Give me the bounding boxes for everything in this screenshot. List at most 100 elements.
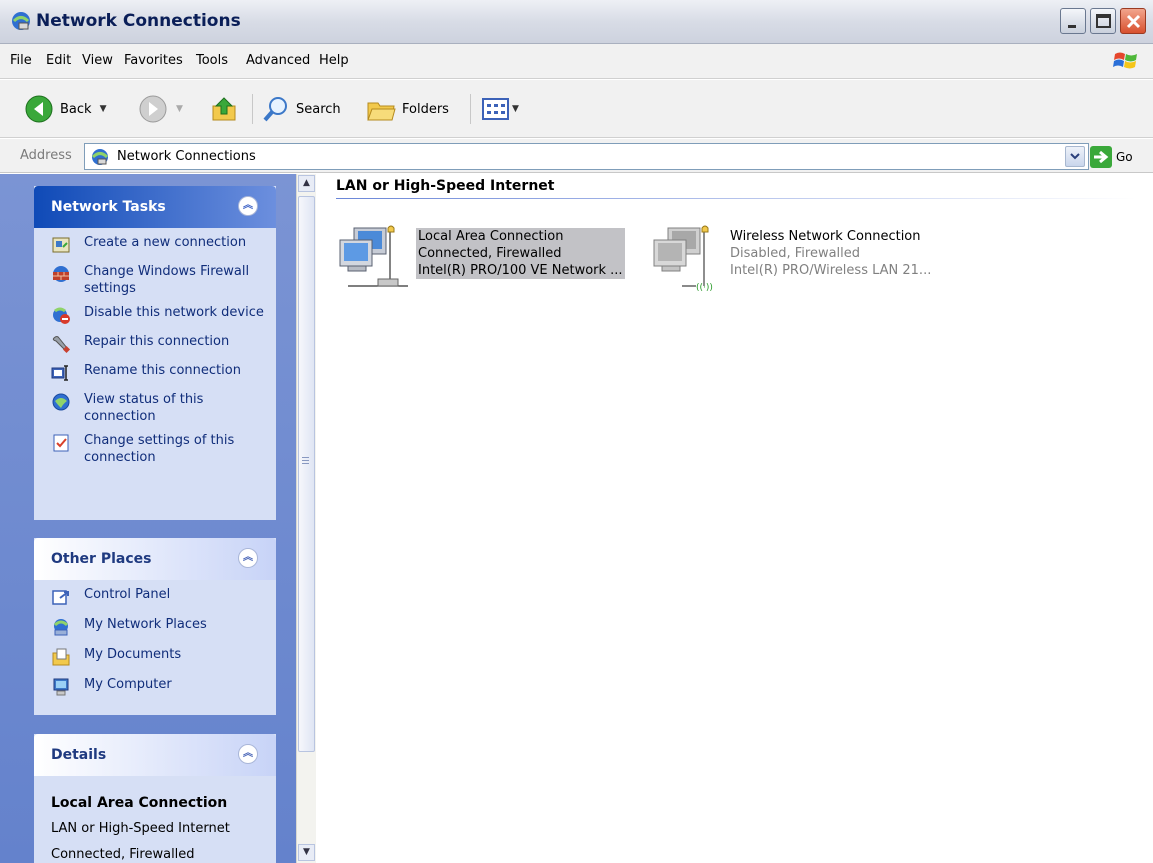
maximize-button[interactable] bbox=[1090, 8, 1116, 34]
task-label: View status of this connection bbox=[84, 392, 204, 424]
scroll-thumb[interactable] bbox=[298, 196, 315, 752]
search-label: Search bbox=[296, 101, 341, 117]
address-label: Address bbox=[20, 148, 72, 163]
address-value: Network Connections bbox=[117, 149, 256, 164]
task-label: Change settings of this connection bbox=[84, 433, 235, 465]
status-icon bbox=[52, 393, 70, 411]
go-button[interactable]: Go bbox=[1116, 150, 1133, 164]
other-places-panel: Other Places ︽ Control Panel My Network … bbox=[34, 538, 276, 715]
place-label: Control Panel bbox=[84, 587, 171, 602]
task-label: Repair this connection bbox=[84, 334, 230, 349]
control-panel-icon bbox=[52, 590, 69, 605]
task-view-status[interactable]: View status of this connection bbox=[34, 391, 276, 425]
network-tasks-panel: Network Tasks ︽ Create a new connection … bbox=[34, 186, 276, 520]
menu-tools[interactable]: Tools bbox=[196, 53, 228, 68]
back-button[interactable]: Back ▼ bbox=[24, 94, 106, 124]
place-my-documents[interactable]: My Documents bbox=[34, 646, 276, 668]
connection-text: Wireless Network Connection Disabled, Fi… bbox=[730, 228, 931, 279]
views-dropdown-icon[interactable]: ▼ bbox=[512, 104, 519, 114]
folders-button[interactable]: Folders bbox=[366, 94, 449, 124]
connection-device: Intel(R) PRO/Wireless LAN 21... bbox=[730, 263, 932, 278]
task-change-settings[interactable]: Change settings of this connection bbox=[34, 432, 276, 466]
details-name: Local Area Connection bbox=[51, 795, 228, 811]
place-my-computer[interactable]: My Computer bbox=[34, 676, 276, 698]
go-arrow-icon[interactable] bbox=[1090, 146, 1112, 168]
group-divider bbox=[336, 198, 1136, 199]
place-control-panel[interactable]: Control Panel bbox=[34, 586, 276, 608]
menu-view[interactable]: View bbox=[82, 53, 113, 68]
place-label: My Documents bbox=[84, 647, 182, 662]
views-button[interactable]: ▼ bbox=[482, 94, 519, 124]
menu-file[interactable]: File bbox=[10, 53, 32, 68]
connection-text: Local Area Connection Connected, Firewal… bbox=[416, 228, 625, 279]
address-input[interactable]: Network Connections bbox=[84, 143, 1089, 170]
scroll-down-button[interactable]: ▼ bbox=[298, 844, 315, 861]
other-places-header[interactable]: Other Places ︽ bbox=[34, 538, 276, 580]
collapse-icon[interactable]: ︽ bbox=[238, 548, 258, 568]
rename-icon bbox=[51, 365, 68, 381]
task-firewall-settings[interactable]: Change Windows Firewall settings bbox=[34, 263, 276, 297]
forward-arrow-icon bbox=[139, 95, 167, 123]
collapse-icon[interactable]: ︽ bbox=[238, 196, 258, 216]
lan-connection-icon bbox=[339, 225, 408, 287]
close-icon bbox=[1126, 14, 1141, 29]
menu-favorites[interactable]: Favorites bbox=[124, 53, 183, 68]
firewall-icon bbox=[53, 266, 69, 282]
task-pane-scrollbar[interactable]: ▲ ▼ bbox=[296, 174, 316, 863]
network-tasks-header[interactable]: Network Tasks ︽ bbox=[34, 186, 276, 228]
details-status: Connected, Firewalled bbox=[51, 847, 195, 862]
details-header[interactable]: Details ︽ bbox=[34, 734, 276, 776]
details-body: Local Area Connection LAN or High-Speed … bbox=[34, 776, 276, 863]
address-dropdown-button[interactable] bbox=[1065, 146, 1085, 167]
chevron-down-icon bbox=[1070, 153, 1080, 160]
window-title: Network Connections bbox=[36, 11, 241, 31]
task-create-connection[interactable]: Create a new connection bbox=[34, 234, 276, 256]
up-folder-button[interactable] bbox=[210, 94, 240, 124]
views-icon bbox=[482, 98, 509, 120]
repair-icon bbox=[52, 336, 71, 354]
maximize-icon bbox=[1096, 14, 1111, 28]
search-icon bbox=[263, 97, 287, 122]
connection-name: Local Area Connection bbox=[418, 229, 564, 244]
collapse-icon[interactable]: ︽ bbox=[238, 744, 258, 764]
close-button[interactable] bbox=[1120, 8, 1146, 34]
minimize-button[interactable] bbox=[1060, 8, 1086, 34]
network-connections-icon bbox=[12, 12, 30, 30]
connection-name: Wireless Network Connection bbox=[730, 229, 921, 244]
search-button[interactable]: Search bbox=[262, 94, 341, 124]
documents-icon bbox=[52, 648, 70, 666]
back-label: Back bbox=[60, 101, 92, 117]
place-my-network-places[interactable]: My Network Places bbox=[34, 616, 276, 638]
forward-button[interactable]: ▼ bbox=[138, 94, 183, 124]
other-places-title: Other Places bbox=[51, 551, 152, 567]
back-dropdown-icon[interactable]: ▼ bbox=[100, 104, 107, 114]
connection-status: Connected, Firewalled bbox=[418, 246, 562, 261]
computer-icon bbox=[53, 678, 69, 696]
task-label: Change Windows Firewall settings bbox=[84, 264, 250, 296]
menu-advanced[interactable]: Advanced bbox=[246, 53, 310, 68]
scroll-up-button[interactable]: ▲ bbox=[298, 175, 315, 192]
toolbar-separator bbox=[252, 94, 253, 124]
task-label: Rename this connection bbox=[84, 363, 241, 378]
menu-help[interactable]: Help bbox=[319, 53, 349, 68]
file-view[interactable]: LAN or High-Speed Internet Local Area Co… bbox=[316, 174, 1153, 863]
network-tasks-title: Network Tasks bbox=[51, 199, 166, 215]
task-rename-connection[interactable]: Rename this connection bbox=[34, 362, 276, 384]
forward-dropdown-icon[interactable]: ▼ bbox=[176, 104, 183, 114]
scroll-grip bbox=[302, 457, 309, 466]
network-connections-icon bbox=[91, 149, 109, 165]
network-tasks-list: Create a new connection Change Windows F… bbox=[34, 228, 276, 481]
menu-edit[interactable]: Edit bbox=[46, 53, 71, 68]
title-bar[interactable]: Network Connections bbox=[0, 0, 1153, 44]
menu-bar: File Edit View Favorites Tools Advanced … bbox=[0, 44, 1153, 79]
windows-logo-icon bbox=[1113, 52, 1137, 69]
task-repair-connection[interactable]: Repair this connection bbox=[34, 333, 276, 355]
network-places-icon bbox=[53, 619, 69, 636]
task-label: Create a new connection bbox=[84, 235, 247, 250]
task-disable-device[interactable]: Disable this network device bbox=[34, 304, 276, 326]
back-arrow-icon bbox=[25, 95, 53, 123]
connection-device: Intel(R) PRO/100 VE Network ... bbox=[418, 263, 623, 278]
settings-icon bbox=[53, 434, 69, 452]
place-label: My Network Places bbox=[84, 617, 207, 632]
new-connection-icon bbox=[52, 237, 70, 253]
